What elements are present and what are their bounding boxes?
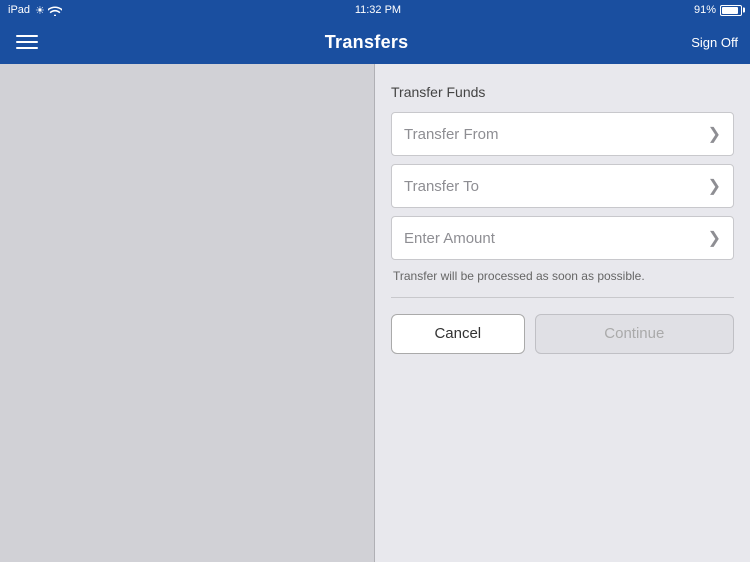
- sidebar: [0, 64, 375, 562]
- chevron-right-icon: ❯: [708, 176, 721, 196]
- nav-bar: Transfers Sign Off: [0, 20, 750, 64]
- device-label: iPad: [8, 4, 30, 16]
- battery-icon: [720, 5, 742, 16]
- info-text: Transfer will be processed as soon as po…: [391, 268, 734, 285]
- chevron-right-icon: ❯: [708, 228, 721, 248]
- chevron-right-icon: ❯: [708, 124, 721, 144]
- status-left: iPad ☀: [8, 4, 62, 17]
- transfer-to-label: Transfer To: [404, 178, 708, 195]
- section-title: Transfer Funds: [391, 84, 734, 100]
- enter-amount-row[interactable]: Enter Amount ❯: [391, 216, 734, 260]
- transfer-from-row[interactable]: Transfer From ❯: [391, 112, 734, 156]
- right-panel: Transfer Funds Transfer From ❯ Transfer …: [375, 64, 750, 562]
- status-right: 91%: [694, 4, 742, 16]
- page-title: Transfers: [325, 32, 409, 53]
- battery-percent: 91%: [694, 4, 716, 16]
- wifi-icon: ☀: [35, 4, 62, 17]
- enter-amount-label: Enter Amount: [404, 230, 708, 247]
- divider: [391, 297, 734, 298]
- sign-off-button[interactable]: Sign Off: [691, 35, 738, 50]
- continue-button[interactable]: Continue: [535, 314, 734, 354]
- main-content: Transfer Funds Transfer From ❯ Transfer …: [0, 64, 750, 562]
- battery-fill: [722, 7, 738, 14]
- transfer-to-row[interactable]: Transfer To ❯: [391, 164, 734, 208]
- button-row: Cancel Continue: [391, 314, 734, 354]
- status-bar: iPad ☀ 11:32 PM 91%: [0, 0, 750, 20]
- cancel-button[interactable]: Cancel: [391, 314, 525, 354]
- status-time: 11:32 PM: [355, 4, 401, 16]
- menu-icon[interactable]: [12, 31, 42, 53]
- transfer-from-label: Transfer From: [404, 126, 708, 143]
